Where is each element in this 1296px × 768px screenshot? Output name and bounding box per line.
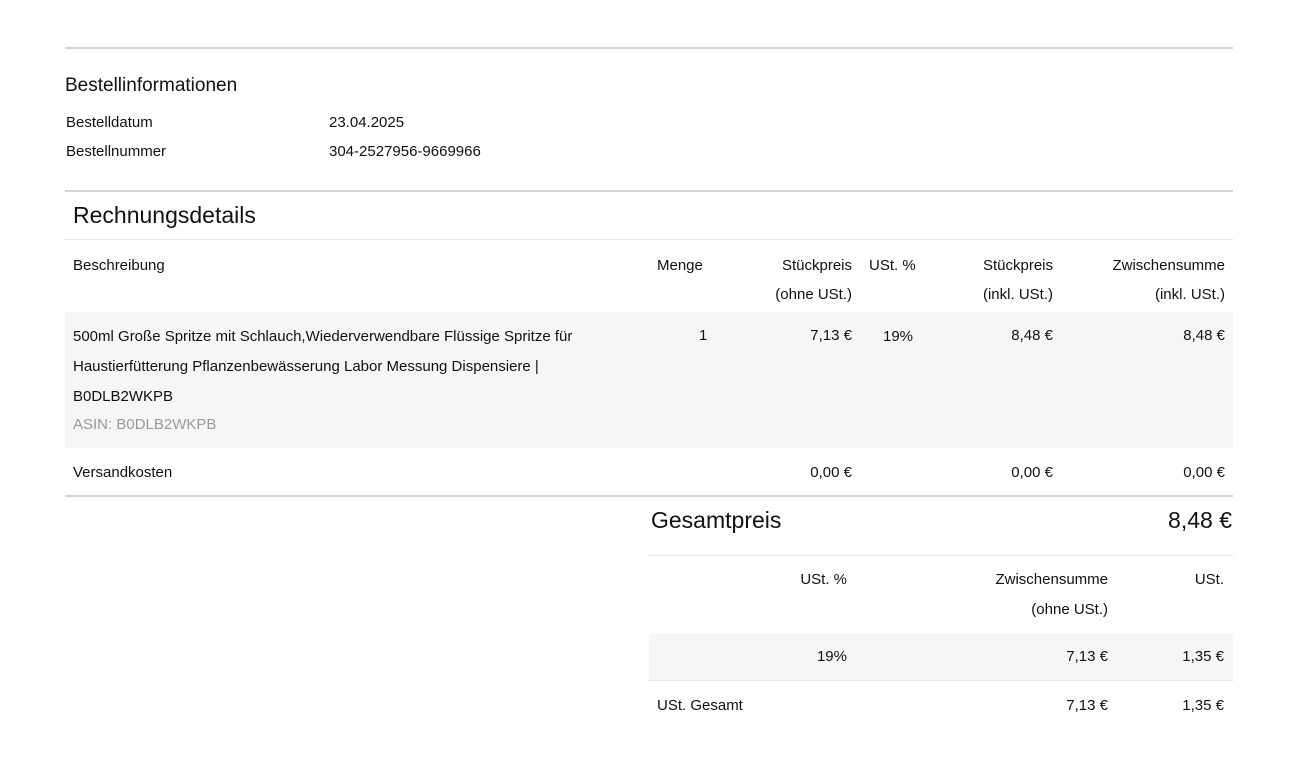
invoice-divider bbox=[65, 190, 1233, 192]
order-date-label: Bestelldatum bbox=[66, 114, 153, 131]
col-unit-price-gross-sub: (inkl. USt.) bbox=[982, 286, 1053, 303]
col-quantity: Menge bbox=[657, 257, 703, 274]
order-number-label: Bestellnummer bbox=[66, 143, 167, 160]
item-unit-price-net: 7,13 € bbox=[810, 327, 852, 344]
header-divider bbox=[65, 239, 1233, 240]
shipping-label: Versandkosten bbox=[73, 464, 173, 481]
invoice-heading: Rechnungsdetails bbox=[73, 202, 256, 228]
item-unit-price-gross: 8,48 € bbox=[1011, 327, 1053, 344]
top-divider bbox=[65, 47, 1233, 49]
col-subtotal-sub: (inkl. USt.) bbox=[1154, 286, 1225, 303]
item-description: 500ml Große Spritze mit Schlauch,Wiederv… bbox=[73, 328, 573, 405]
total-label: Gesamtpreis bbox=[651, 507, 782, 533]
col-unit-price-net: Stückpreis bbox=[781, 257, 852, 274]
vat-row-divider bbox=[649, 680, 1233, 681]
item-asin: ASIN: B0DLB2WKPB bbox=[73, 416, 217, 433]
total-divider bbox=[649, 555, 1233, 556]
vat-col-subtotal: Zwischensumme bbox=[995, 571, 1108, 588]
order-date-value: 23.04.2025 bbox=[329, 114, 405, 131]
vat-row-tax: 1,35 € bbox=[1182, 648, 1224, 665]
item-subtotal: 8,48 € bbox=[1183, 327, 1225, 344]
total-value: 8,48 € bbox=[1168, 507, 1232, 533]
vat-col-subtotal-sub: (ohne USt.) bbox=[1031, 601, 1108, 618]
col-unit-price-gross: Stückpreis bbox=[982, 257, 1053, 274]
shipping-unit-price-net: 0,00 € bbox=[810, 464, 852, 481]
shipping-unit-price-gross: 0,00 € bbox=[1011, 464, 1053, 481]
order-number-value: 304-2527956-9669966 bbox=[329, 143, 481, 160]
col-unit-price-net-sub: (ohne USt.) bbox=[775, 286, 852, 303]
vat-row-rate: 19% bbox=[816, 648, 847, 665]
items-divider bbox=[65, 495, 1233, 497]
vat-total-subtotal: 7,13 € bbox=[1066, 697, 1108, 714]
shipping-subtotal: 0,00 € bbox=[1183, 464, 1225, 481]
order-info-heading: Bestellinformationen bbox=[65, 75, 238, 96]
vat-row-subtotal: 7,13 € bbox=[1066, 648, 1108, 665]
vat-col-rate: USt. % bbox=[800, 571, 847, 588]
col-subtotal: Zwischensumme bbox=[1112, 257, 1225, 274]
col-description: Beschreibung bbox=[73, 257, 165, 274]
invoice-page: Bestellinformationen Bestelldatum 23.04.… bbox=[65, 0, 1233, 768]
vat-total-label: USt. Gesamt bbox=[657, 697, 743, 714]
vat-total-tax: 1,35 € bbox=[1182, 697, 1224, 714]
vat-col-tax: USt. bbox=[1194, 571, 1224, 588]
